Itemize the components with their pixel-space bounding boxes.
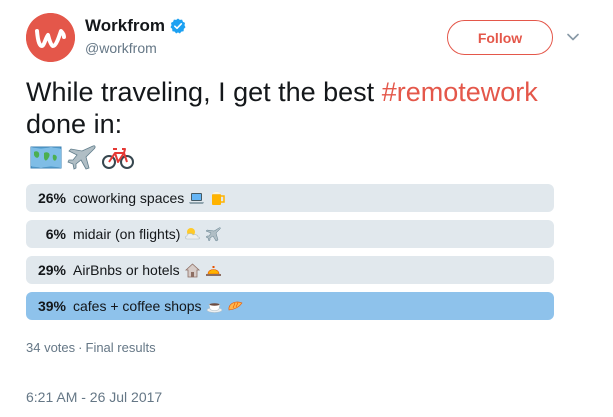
airplane-icon [67, 145, 96, 170]
chevron-down-icon[interactable] [567, 33, 579, 41]
poll-meta: 34 votes · Final results [26, 340, 156, 355]
bicycle-icon [102, 148, 134, 169]
poll-percent: 26% [37, 190, 66, 206]
poll-percent: 29% [37, 262, 66, 278]
account-handle[interactable]: @workfrom [85, 40, 157, 56]
house-icon [184, 263, 200, 278]
bellhop-bell-icon [205, 266, 221, 276]
poll-percent: 39% [37, 298, 66, 314]
account-name-row[interactable]: Workfrom [85, 16, 186, 36]
workfrom-logo-icon [26, 13, 75, 62]
poll-choice: 29% AirBnbs or hotels [26, 256, 554, 284]
avatar[interactable] [26, 13, 75, 62]
separator-dot: · [78, 340, 83, 355]
poll-label: cafes + coffee shops [73, 298, 202, 314]
poll-vote-count: 34 votes [26, 340, 76, 355]
airplane-icon [205, 227, 222, 242]
hashtag-link[interactable]: #remotework [382, 77, 538, 107]
display-name[interactable]: Workfrom [85, 16, 165, 36]
verified-badge-icon [170, 18, 186, 34]
poll-choice: 26% coworking spaces [26, 184, 554, 212]
poll: 26% coworking spaces 6% midair (on fligh… [26, 184, 554, 328]
beer-mug-icon [212, 191, 226, 205]
coffee-cup-icon [206, 303, 222, 313]
poll-label: AirBnbs or hotels [73, 262, 180, 278]
tweet-text-after: done in: [26, 109, 123, 139]
poll-choice-winner: 39% cafes + coffee shops [26, 292, 554, 320]
tweet-timestamp[interactable]: 6:21 AM - 26 Jul 2017 [26, 389, 162, 405]
tweet-text-before: While traveling, I get the best [26, 77, 382, 107]
laptop-icon [189, 193, 205, 204]
world-map-icon [30, 146, 62, 169]
croissant-icon [228, 301, 243, 311]
follow-button[interactable]: Follow [447, 20, 553, 55]
poll-label: midair (on flights) [73, 226, 181, 242]
poll-choice: 6% midair (on flights) [26, 220, 554, 248]
tweet-text: While traveling, I get the best #remotew… [26, 76, 586, 140]
tweet-emoji-row [30, 143, 134, 171]
poll-percent: 6% [45, 226, 66, 242]
poll-label: coworking spaces [73, 190, 185, 206]
sun-behind-cloud-icon [185, 228, 201, 240]
poll-status: Final results [85, 340, 156, 355]
